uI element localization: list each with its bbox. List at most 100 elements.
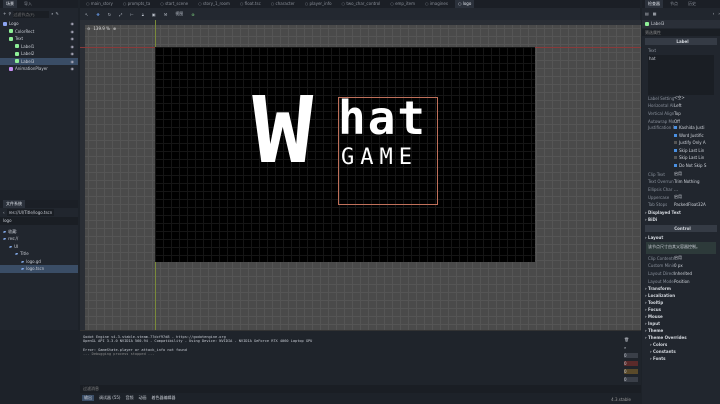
property-value[interactable]: Off bbox=[674, 119, 720, 124]
visibility-icon[interactable]: ◉ bbox=[71, 35, 75, 43]
editor-tab[interactable]: ○ story_1_room bbox=[195, 0, 233, 8]
file-tree-item[interactable]: ▰ logo.gd bbox=[0, 258, 78, 266]
property-value[interactable]: … bbox=[674, 187, 720, 192]
file-tree-item[interactable]: ▰ Title bbox=[0, 250, 78, 258]
justification-flag-checkbox[interactable]: Justify Only A bbox=[674, 140, 720, 148]
property-value[interactable]: 0 px bbox=[674, 263, 720, 268]
scale-tool-icon[interactable]: ⤢ bbox=[119, 12, 122, 17]
editor-tab[interactable]: ○ float.tsc bbox=[237, 0, 264, 8]
editor-tab[interactable]: ○ start_scene bbox=[157, 0, 191, 8]
visibility-icon[interactable]: ◉ bbox=[71, 20, 75, 28]
scene-tree-item[interactable]: Label2 ◉ bbox=[0, 50, 78, 58]
inspector-group[interactable]: › Transform bbox=[642, 285, 720, 292]
file-tree-item[interactable]: ▰ logo.tscn bbox=[0, 265, 78, 273]
visibility-icon[interactable]: ◉ bbox=[71, 50, 75, 58]
back-icon[interactable]: ‹ bbox=[3, 209, 5, 217]
zoom-out-icon[interactable]: ⊖ bbox=[87, 25, 90, 33]
view-menu[interactable]: 视图 bbox=[175, 11, 183, 17]
bottom-tab[interactable]: 输出 bbox=[82, 395, 94, 401]
bottom-tab[interactable]: 着色器编辑器 bbox=[151, 395, 175, 401]
scene-tree-item[interactable]: Logo ◉ bbox=[0, 20, 78, 28]
tab-import[interactable]: 导入 bbox=[21, 0, 35, 8]
search-icon[interactable]: ⌕ bbox=[51, 10, 53, 18]
bottom-tab[interactable]: 动画 bbox=[138, 395, 146, 401]
inspector-group[interactable]: › Constants bbox=[642, 348, 720, 355]
property-value[interactable]: 启用 bbox=[674, 171, 720, 177]
inspector-group[interactable]: › Focus bbox=[642, 306, 720, 313]
load-icon[interactable]: ▦ bbox=[653, 10, 657, 18]
logo-w-label[interactable]: W bbox=[252, 85, 313, 177]
scene-tree-item[interactable]: AnimationPlayer ◉ bbox=[0, 65, 78, 73]
layout-section[interactable]: › Layout bbox=[642, 234, 720, 241]
property-value[interactable]: 启用 bbox=[674, 255, 720, 261]
editor-tab[interactable]: ○ two_char_control bbox=[339, 0, 384, 8]
scene-tree-item[interactable]: Label3 ◉ bbox=[0, 57, 78, 66]
visibility-icon[interactable]: ◉ bbox=[71, 28, 75, 36]
move-tool-icon[interactable]: ✥ bbox=[96, 12, 99, 17]
error-count[interactable]: 0 bbox=[624, 361, 638, 366]
property-value[interactable]: Position bbox=[674, 279, 720, 284]
justification-flag-checkbox[interactable]: Kashida Justi bbox=[674, 125, 720, 133]
scene-tree-item[interactable]: Text ◉ bbox=[0, 35, 78, 43]
inspector-section[interactable]: › BiDi bbox=[642, 216, 720, 223]
link-icon[interactable]: ⚲ bbox=[8, 10, 11, 18]
scene-filter-input[interactable] bbox=[13, 10, 50, 18]
tab-history[interactable]: 历史 bbox=[685, 0, 699, 8]
visibility-icon[interactable]: ◉ bbox=[71, 58, 75, 66]
property-value[interactable]: Trim Nothing bbox=[674, 179, 720, 184]
text-prop-value[interactable]: hat bbox=[648, 54, 714, 95]
property-filter-input[interactable]: 筛选属性 bbox=[642, 28, 720, 36]
ruler-icon[interactable]: ⊢ bbox=[130, 12, 133, 17]
property-value[interactable]: Left bbox=[674, 103, 720, 108]
bottom-tab[interactable]: 音频 bbox=[125, 395, 133, 401]
canvas-viewport[interactable]: ⊖ 139.9 % ⊕ W hat GAME bbox=[80, 20, 641, 330]
editor-tab[interactable]: ○ emp_item bbox=[387, 0, 418, 8]
visibility-icon[interactable]: ◉ bbox=[71, 65, 75, 73]
warning-count[interactable]: 0 bbox=[624, 369, 638, 374]
property-value[interactable]: <空> bbox=[674, 95, 720, 101]
file-tree-item[interactable]: ▰ res:// bbox=[0, 235, 78, 243]
group-icon[interactable]: ▣ bbox=[152, 12, 156, 17]
editor-tab[interactable]: ○ main_story bbox=[83, 0, 116, 8]
justification-flag-checkbox[interactable]: Skip Last Lin bbox=[674, 155, 720, 163]
search-log-icon[interactable]: ⌕ bbox=[624, 345, 638, 350]
file-tree-item[interactable]: ▰ UI bbox=[0, 243, 78, 251]
inspector-group[interactable]: › Fonts bbox=[642, 355, 720, 362]
inspector-group[interactable]: › Colors bbox=[642, 341, 720, 348]
add-node-icon[interactable]: + bbox=[3, 10, 6, 18]
scene-tree-item[interactable]: Label1 ◉ bbox=[0, 43, 78, 51]
editor-tab[interactable]: ○ logo bbox=[454, 0, 475, 8]
message-count[interactable]: 0 bbox=[624, 377, 638, 382]
output-filter-input[interactable]: 过滤消息 bbox=[80, 385, 641, 393]
property-value[interactable]: 启用 bbox=[674, 194, 720, 200]
inspector-group[interactable]: › Tooltip bbox=[642, 299, 720, 306]
inspector-section[interactable]: › Displayed Text bbox=[642, 209, 720, 216]
file-tree-item[interactable]: ▰ 收藏: bbox=[0, 228, 78, 236]
editor-tab[interactable]: ○ character bbox=[268, 0, 298, 8]
log-count[interactable]: 0 bbox=[624, 353, 638, 358]
inspector-group[interactable]: › Localization bbox=[642, 292, 720, 299]
path-field[interactable]: res://UI/Title/logo.tscn bbox=[6, 208, 55, 217]
property-value[interactable]: PackedFloat32A bbox=[674, 202, 720, 207]
bone-icon[interactable]: ⚒ bbox=[164, 12, 168, 17]
editor-tab[interactable]: ○ player_info bbox=[302, 0, 335, 8]
tab-scene[interactable]: 场景 bbox=[3, 0, 17, 8]
scene-tree-item[interactable]: ColorRect ◉ bbox=[0, 28, 78, 36]
property-value[interactable]: Top bbox=[674, 111, 720, 116]
inspector-group[interactable]: › Input bbox=[642, 320, 720, 327]
justification-flag-checkbox[interactable]: Skip Last Lin bbox=[674, 148, 720, 156]
zoom-level[interactable]: 139.9 % bbox=[93, 25, 110, 33]
inspector-group[interactable]: › Theme bbox=[642, 327, 720, 334]
editor-tab[interactable]: ○ imagines bbox=[422, 0, 451, 8]
zoom-in-icon[interactable]: ⊕ bbox=[113, 25, 116, 33]
editor-tab[interactable]: ○ prompts_ta bbox=[120, 0, 153, 8]
selected-node[interactable]: Label3 bbox=[651, 20, 664, 28]
clear-icon[interactable]: 🗑︎ bbox=[624, 337, 638, 342]
justification-flag-checkbox[interactable]: Word Justific bbox=[674, 133, 720, 141]
rotate-tool-icon[interactable]: ↻ bbox=[108, 12, 111, 17]
tab-node[interactable]: 节点 bbox=[667, 0, 681, 8]
inspector-group[interactable]: › Theme Overrides bbox=[642, 334, 720, 341]
history-back-icon[interactable]: ‹ bbox=[713, 10, 715, 18]
inspector-group[interactable]: › Mouse bbox=[642, 313, 720, 320]
select-tool-icon[interactable]: ↖ bbox=[85, 12, 88, 17]
